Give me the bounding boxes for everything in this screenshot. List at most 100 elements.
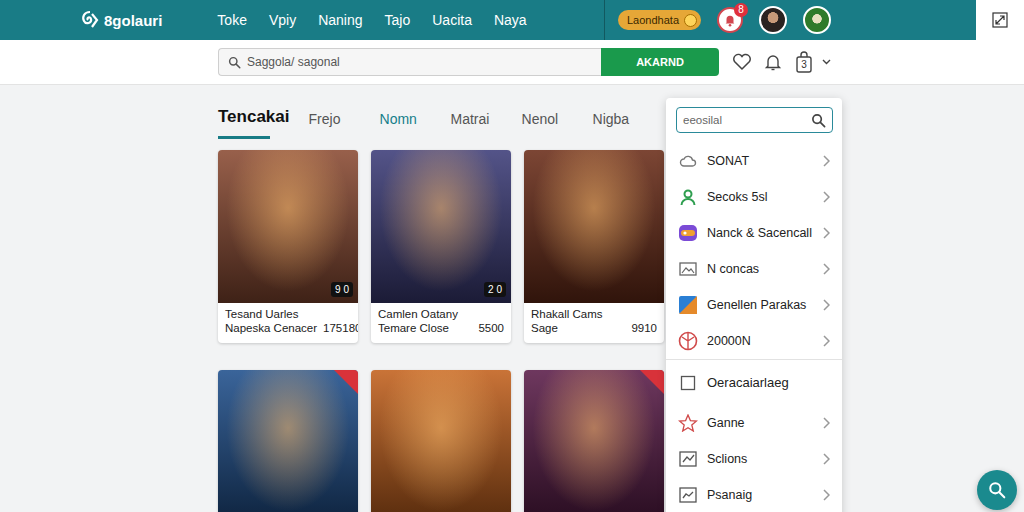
bell-icon[interactable] bbox=[764, 52, 782, 72]
corner-ribbon bbox=[640, 370, 664, 394]
bell-icon[interactable] bbox=[723, 13, 737, 27]
search-button[interactable]: AKARND bbox=[601, 48, 719, 76]
menu-item-label[interactable]: 20000N bbox=[707, 334, 813, 348]
app-icon bbox=[678, 295, 698, 315]
game-title[interactable]: Camlen Oatany bbox=[378, 308, 504, 320]
game-card[interactable] bbox=[371, 370, 511, 512]
star-icon bbox=[678, 414, 698, 432]
top-bar: 8golauri Toke Vpiy Naning Tajo Uacita Naya Laon… bbox=[0, 0, 1024, 40]
menu-item[interactable]: Secoks 5sl bbox=[666, 179, 842, 215]
menu-item-label[interactable]: Nanck & Sacencall bbox=[707, 226, 813, 240]
user-avatar[interactable] bbox=[759, 6, 787, 34]
card-meta: Temare Close5500 bbox=[378, 322, 504, 334]
category-tab[interactable]: Nigba bbox=[593, 111, 645, 139]
friend-avatar[interactable] bbox=[803, 6, 831, 34]
search-icon[interactable] bbox=[811, 113, 826, 128]
card-caption: Camlen Oatany Temare Close5500 bbox=[371, 303, 511, 343]
menu-item[interactable]: Psanaig bbox=[666, 477, 842, 512]
nav-item[interactable]: Toke bbox=[217, 12, 247, 28]
heart-icon[interactable] bbox=[732, 53, 752, 71]
category-tab[interactable]: Nomn bbox=[380, 111, 432, 139]
game-cover[interactable] bbox=[524, 150, 664, 303]
cloud-icon bbox=[678, 152, 698, 170]
nav-item[interactable]: Naya bbox=[494, 12, 527, 28]
game-grid: 9 0 Tesand Uarles Napeska Cenacer175180 2 0… bbox=[218, 150, 1024, 512]
menu-item[interactable]: Ganne bbox=[666, 405, 842, 441]
menu-item[interactable]: Genellen Parakas bbox=[666, 287, 842, 323]
chevron-right-icon bbox=[822, 227, 830, 239]
menu-item-label[interactable]: N concas bbox=[707, 262, 813, 276]
game-cover[interactable]: 2 0 bbox=[371, 150, 511, 303]
game-cover[interactable] bbox=[218, 370, 358, 512]
game-card[interactable] bbox=[218, 370, 358, 512]
game-card[interactable]: 2 0 Camlen Oatany Temare Close5500 bbox=[371, 150, 511, 343]
category-tab[interactable]: Tencakai bbox=[218, 107, 290, 139]
cart-button[interactable]: 3 bbox=[794, 51, 814, 73]
header-left: 8golauri Toke Vpiy Naning Tajo Uacita Naya bbox=[0, 0, 605, 40]
game-card[interactable]: Rhakall Cams Sage9910 bbox=[524, 150, 664, 343]
points-pill[interactable]: Laondhata bbox=[618, 10, 701, 30]
expand-icon[interactable] bbox=[992, 12, 1008, 28]
tab-label[interactable]: Nenol bbox=[522, 111, 574, 127]
expand-button[interactable] bbox=[976, 0, 1024, 40]
tab-label[interactable]: Nigba bbox=[593, 111, 645, 127]
menu-item[interactable]: Nanck & Sacencall bbox=[666, 215, 842, 251]
game-price: 5500 bbox=[478, 322, 504, 334]
menu-item-label[interactable]: Psanaig bbox=[707, 488, 813, 502]
game-subtitle: Napeska Cenacer bbox=[225, 322, 317, 334]
game-cover[interactable]: 9 0 bbox=[218, 150, 358, 303]
category-tab[interactable]: Matrai bbox=[451, 111, 503, 139]
chevron-right-icon bbox=[822, 299, 830, 311]
game-card[interactable]: 9 0 Tesand Uarles Napeska Cenacer175180 bbox=[218, 150, 358, 343]
menu-item-label[interactable]: SONAT bbox=[707, 154, 813, 168]
game-title[interactable]: Rhakall Cams bbox=[531, 308, 657, 320]
content: Tencakai Frejo Nomn Matrai Nenol Nigba 9 0 Tesa… bbox=[0, 85, 1024, 512]
help-button[interactable] bbox=[977, 470, 1017, 510]
tab-label[interactable]: Matrai bbox=[451, 111, 503, 127]
menu-search-field[interactable] bbox=[676, 107, 833, 133]
category-tab[interactable]: Frejo bbox=[309, 111, 361, 139]
gamepad-icon bbox=[678, 223, 698, 243]
card-meta: Sage9910 bbox=[531, 322, 657, 334]
game-card[interactable] bbox=[524, 370, 664, 512]
category-tab[interactable]: Nenol bbox=[522, 111, 574, 139]
menu-item[interactable]: Sclions bbox=[666, 441, 842, 477]
nav-item[interactable]: Uacita bbox=[432, 12, 472, 28]
menu-item-label[interactable]: Genellen Parakas bbox=[707, 298, 813, 312]
nav-item[interactable]: Naning bbox=[318, 12, 362, 28]
menu-item[interactable]: N concas bbox=[666, 251, 842, 287]
menu-item[interactable]: SONAT bbox=[666, 143, 842, 179]
coin-icon bbox=[684, 14, 697, 27]
menu-item-label[interactable]: Sclions bbox=[707, 452, 813, 466]
notifications[interactable]: 8 bbox=[717, 7, 743, 33]
action-icons: 3 bbox=[732, 51, 831, 73]
menu-item-label[interactable]: Ganne bbox=[707, 416, 813, 430]
menu-item-label[interactable]: Secoks 5sl bbox=[707, 190, 813, 204]
nav-item[interactable]: Vpiy bbox=[269, 12, 296, 28]
tab-label[interactable]: Tencakai bbox=[218, 107, 290, 127]
chevron-right-icon bbox=[822, 263, 830, 275]
tab-label[interactable]: Nomn bbox=[380, 111, 432, 127]
chevron-down-icon[interactable] bbox=[822, 59, 831, 65]
game-cover[interactable] bbox=[524, 370, 664, 512]
game-cover[interactable] bbox=[371, 370, 511, 512]
nav-item[interactable]: Tajo bbox=[385, 12, 411, 28]
card-meta: Napeska Cenacer175180 bbox=[225, 322, 351, 334]
tab-label[interactable]: Frejo bbox=[309, 111, 361, 127]
search-field[interactable] bbox=[218, 48, 601, 76]
dropdown-menu: SONAT Secoks 5sl Nanck & Sacencall N concas… bbox=[666, 98, 842, 512]
logo[interactable]: 8golauri bbox=[80, 10, 162, 30]
menu-search-input[interactable] bbox=[683, 114, 806, 126]
brand-name[interactable]: 8golauri bbox=[104, 12, 162, 29]
menu-item[interactable]: 20000N bbox=[666, 323, 842, 359]
search-icon[interactable] bbox=[988, 481, 1006, 499]
person-icon bbox=[678, 188, 698, 206]
points-label[interactable]: Laondhata bbox=[627, 14, 679, 26]
game-title[interactable]: Tesand Uarles bbox=[225, 308, 351, 320]
logo-icon[interactable] bbox=[80, 10, 100, 30]
search-input[interactable] bbox=[247, 55, 592, 69]
